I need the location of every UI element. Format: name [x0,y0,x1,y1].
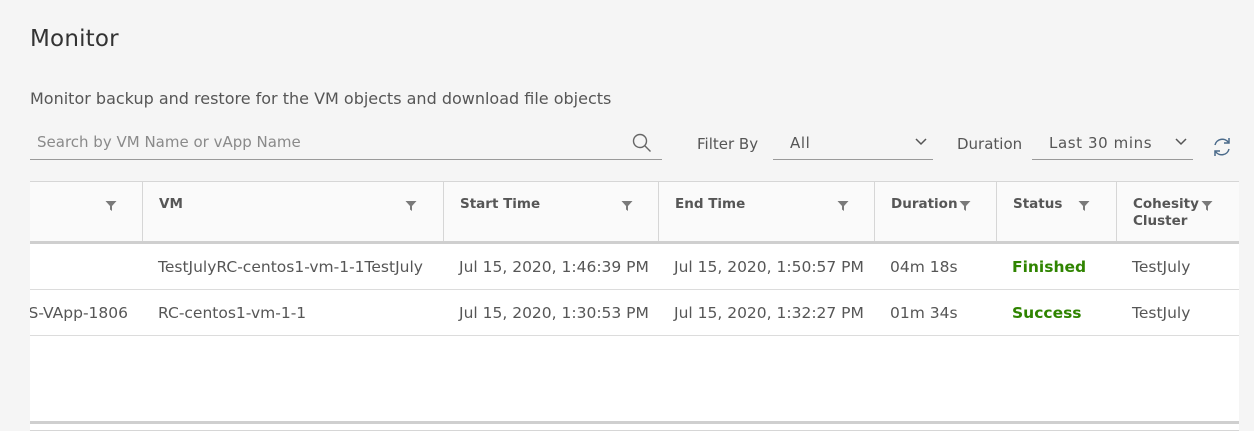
table-row[interactable]: TestJulyRC-centos1-vm-1-1TestJuly Jul 15… [30,244,1239,290]
column-header-vapp[interactable] [30,182,143,241]
filter-by-value: All [790,134,811,152]
column-header-end-time[interactable]: End Time [659,182,875,241]
column-header-duration[interactable]: Duration [875,182,997,241]
filter-icon[interactable] [105,200,117,212]
column-header-cohesity-cluster[interactable]: Cohesity Cluster [1117,182,1239,241]
duration-label: Duration [957,135,1023,153]
cell-cluster: TestJuly [1132,304,1191,322]
chevron-down-icon [1175,138,1187,146]
chevron-down-icon [915,138,927,146]
filter-icon[interactable] [1201,200,1213,212]
cell-end-time: Jul 15, 2020, 1:50:57 PM [674,258,864,276]
table-row[interactable]: S-VApp-1806 RC-centos1-vm-1-1 Jul 15, 20… [30,290,1239,336]
filter-icon[interactable] [621,200,633,212]
filter-icon[interactable] [1078,200,1090,212]
table-header: VM Start Time End Time Duration Status C… [30,182,1239,244]
cell-vm: RC-centos1-vm-1-1 [158,304,307,322]
column-header-status[interactable]: Status [997,182,1117,241]
page-title: Monitor [30,26,119,52]
cell-cluster: TestJuly [1132,258,1191,276]
monitor-table: VM Start Time End Time Duration Status C… [30,181,1239,431]
filter-icon[interactable] [837,200,849,212]
cell-vm: TestJulyRC-centos1-vm-1-1TestJuly [158,258,423,276]
page-subtitle: Monitor backup and restore for the VM ob… [30,89,612,108]
status-badge: Finished [1012,258,1087,276]
filter-icon[interactable] [959,200,971,212]
cell-duration: 01m 34s [890,304,958,322]
duration-value: Last 30 mins [1049,134,1153,152]
search-input[interactable] [30,126,627,158]
table-footer-divider [30,421,1239,424]
filter-icon[interactable] [405,200,417,212]
cell-vapp: S-VApp-1806 [30,304,128,322]
cell-duration: 04m 18s [890,258,958,276]
filter-by-label: Filter By [697,135,759,153]
cell-start-time: Jul 15, 2020, 1:46:39 PM [459,258,649,276]
filter-by-select[interactable]: All [773,126,933,160]
cell-start-time: Jul 15, 2020, 1:30:53 PM [459,304,649,322]
column-header-start-time[interactable]: Start Time [444,182,659,241]
refresh-icon[interactable] [1211,136,1233,158]
search-icon[interactable] [632,133,652,153]
column-header-vm[interactable]: VM [143,182,444,241]
duration-select[interactable]: Last 30 mins [1032,126,1193,160]
search-box[interactable] [30,126,662,160]
cell-end-time: Jul 15, 2020, 1:32:27 PM [674,304,864,322]
status-badge: Success [1012,304,1082,322]
